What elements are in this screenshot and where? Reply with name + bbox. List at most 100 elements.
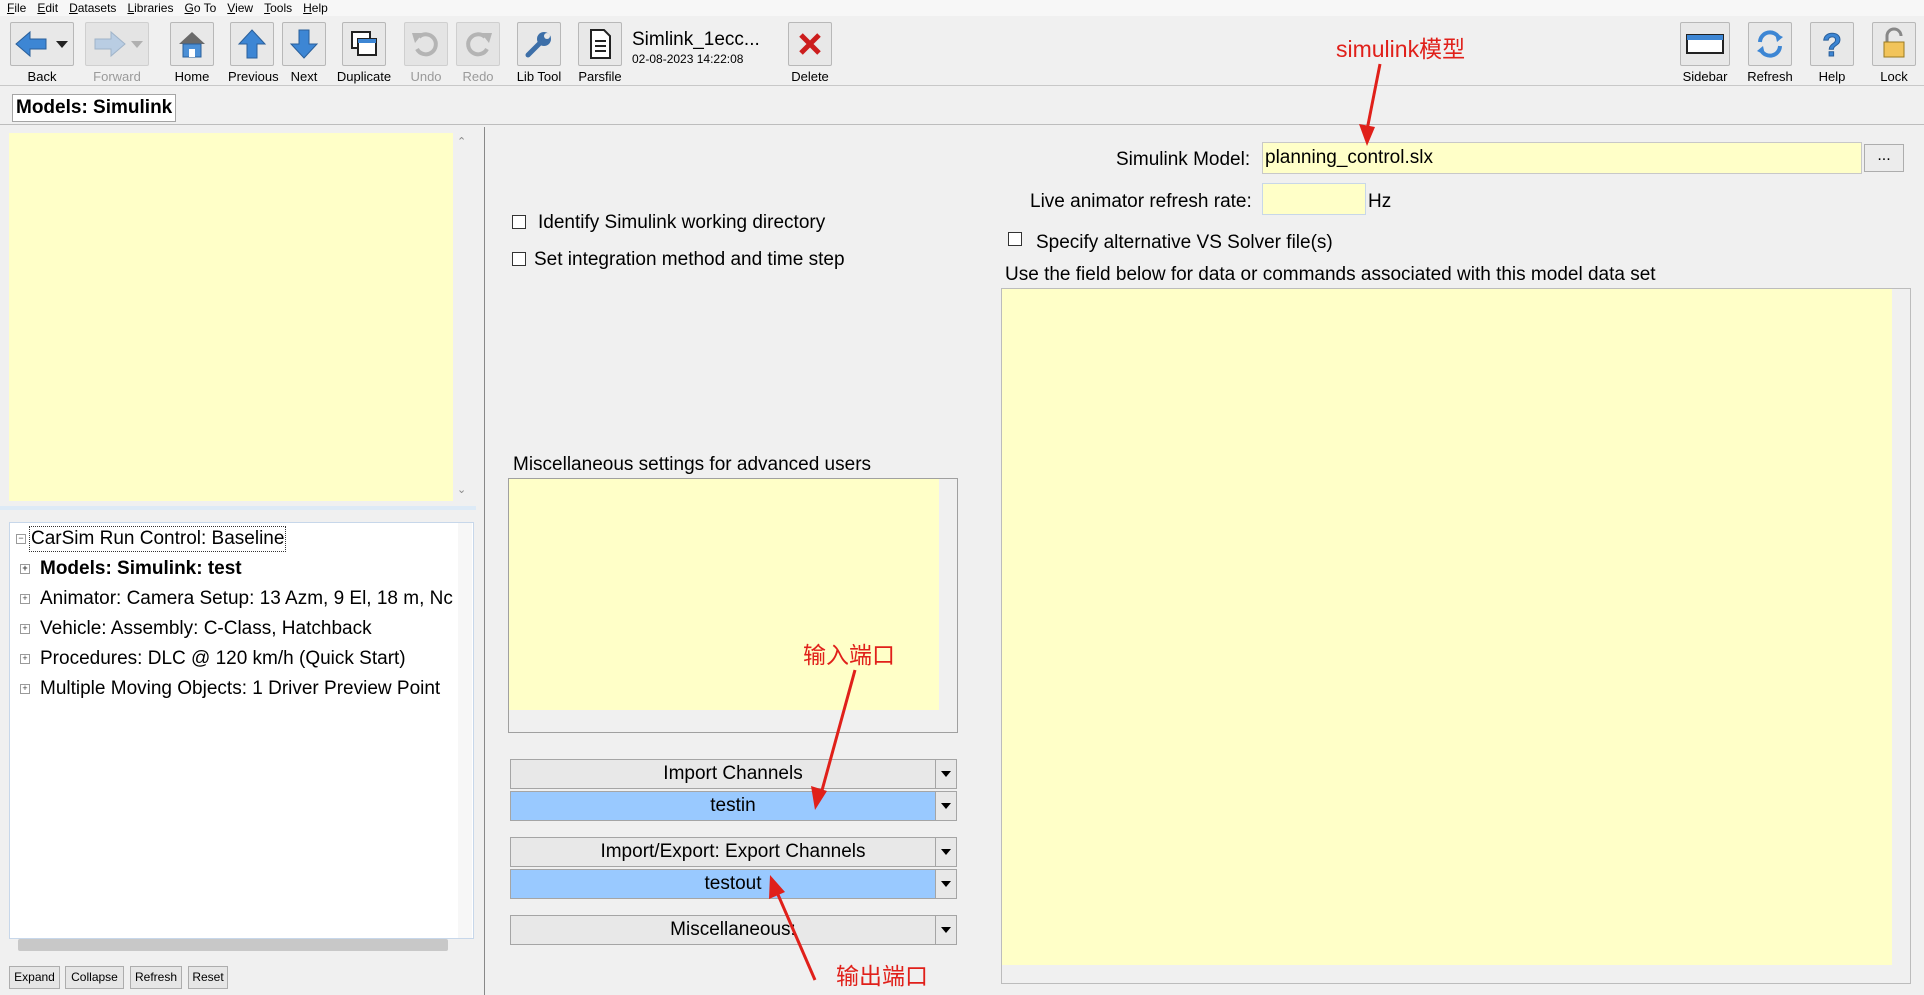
undo-button[interactable]: Undo bbox=[402, 22, 450, 84]
misc-hscrollbar[interactable] bbox=[509, 710, 939, 732]
document-icon bbox=[578, 22, 622, 66]
dataset-date: 02-08-2023 14:22:08 bbox=[632, 52, 744, 66]
tree-hscrollbar-thumb[interactable] bbox=[18, 939, 448, 951]
previous-button[interactable]: Previous bbox=[228, 22, 279, 84]
arrow-down-icon bbox=[282, 22, 326, 66]
menu-tools[interactable]: Tools bbox=[264, 0, 292, 16]
menu-libraries[interactable]: Libraries bbox=[127, 0, 173, 16]
expand-icon[interactable]: + bbox=[20, 684, 30, 694]
misc-vscrollbar[interactable] bbox=[939, 479, 957, 732]
menu-goto[interactable]: Go To bbox=[184, 0, 216, 16]
forward-button[interactable]: Forward bbox=[84, 22, 150, 84]
menu-file[interactable]: File bbox=[7, 0, 26, 16]
next-label: Next bbox=[290, 69, 318, 84]
misc-settings-textarea[interactable] bbox=[508, 478, 958, 733]
sidebar-button[interactable]: Sidebar bbox=[1680, 22, 1730, 84]
simulink-model-label: Simulink Model: bbox=[1116, 149, 1251, 170]
integration-label: Set integration method and time step bbox=[534, 249, 845, 270]
chevron-down-icon[interactable] bbox=[935, 791, 957, 821]
expand-icon[interactable]: + bbox=[20, 594, 30, 604]
forward-arrow-icon bbox=[85, 22, 149, 66]
help-button[interactable]: ? Help bbox=[1808, 22, 1856, 84]
menu-help[interactable]: Help bbox=[303, 0, 328, 16]
delete-label: Delete bbox=[791, 69, 829, 84]
alt-solver-label: Specify alternative VS Solver file(s) bbox=[1036, 232, 1333, 253]
arrow-up-icon bbox=[230, 22, 274, 66]
redo-button[interactable]: Redo bbox=[454, 22, 502, 84]
tree-root-label: CarSim Run Control: Baseline bbox=[29, 526, 287, 552]
live-refresh-field[interactable] bbox=[1262, 183, 1366, 215]
chevron-down-icon[interactable] bbox=[935, 869, 957, 899]
hz-label: Hz bbox=[1368, 191, 1392, 212]
commands-textarea[interactable] bbox=[1001, 288, 1911, 984]
parsfile-button[interactable]: Parsfile bbox=[576, 22, 624, 84]
tree-item-label: Animator: Camera Setup: 13 Azm, 9 El, 18… bbox=[40, 588, 453, 609]
undo-label: Undo bbox=[410, 69, 442, 84]
lib-tool-button[interactable]: Lib Tool bbox=[514, 22, 564, 84]
commands-vscrollbar[interactable] bbox=[1892, 289, 1910, 983]
back-label: Back bbox=[27, 69, 57, 84]
tab-bar bbox=[0, 89, 1924, 125]
commands-hscrollbar[interactable] bbox=[1002, 965, 1892, 983]
sidebar-refresh-button[interactable]: Refresh bbox=[130, 966, 182, 989]
back-button[interactable]: Back bbox=[8, 22, 76, 84]
duplicate-button[interactable]: Duplicate bbox=[336, 22, 392, 84]
lib-tool-label: Lib Tool bbox=[516, 69, 562, 84]
forward-label: Forward bbox=[93, 69, 141, 84]
expand-icon[interactable]: + bbox=[20, 624, 30, 634]
svg-text:?: ? bbox=[1822, 27, 1842, 61]
tree-item-label: Multiple Moving Objects: 1 Driver Previe… bbox=[40, 678, 441, 699]
sidebar-notes-area[interactable] bbox=[9, 133, 453, 501]
chevron-down-icon[interactable] bbox=[935, 915, 957, 945]
undo-icon bbox=[404, 22, 448, 66]
browse-button[interactable]: ... bbox=[1864, 144, 1904, 172]
delete-button[interactable]: Delete bbox=[786, 22, 834, 84]
help-question-icon: ? bbox=[1810, 22, 1854, 66]
identify-directory-checkbox[interactable] bbox=[512, 215, 526, 229]
tree-item-label: Models: Simulink: test bbox=[40, 558, 242, 579]
misc-dropdown[interactable]: Miscellaneous: bbox=[510, 915, 956, 945]
menu-datasets[interactable]: Datasets bbox=[69, 0, 116, 16]
parsfile-label: Parsfile bbox=[578, 69, 622, 84]
toolbar: Back Forward Home Previous Next Duplicat… bbox=[0, 17, 1924, 86]
tree-vscrollbar[interactable] bbox=[458, 523, 472, 938]
panel-splitter[interactable] bbox=[484, 127, 485, 995]
dataset-title: Simlink_1ecc... bbox=[632, 29, 760, 50]
alt-solver-checkbox[interactable] bbox=[1008, 232, 1022, 246]
tab-models-simulink[interactable]: Models: Simulink bbox=[12, 94, 177, 122]
collapse-button[interactable]: Collapse bbox=[65, 966, 124, 989]
identify-directory-label: Identify Simulink working directory bbox=[538, 212, 826, 233]
expand-button[interactable]: Expand bbox=[9, 966, 60, 989]
sidebar-panel-icon bbox=[1680, 22, 1730, 66]
home-button[interactable]: Home bbox=[168, 22, 216, 84]
import-channels-value[interactable]: testin bbox=[510, 791, 956, 821]
chevron-down-icon[interactable] bbox=[935, 837, 957, 867]
refresh-label: Refresh bbox=[1747, 69, 1793, 84]
reset-button[interactable]: Reset bbox=[188, 966, 228, 989]
lock-label: Lock bbox=[1880, 69, 1908, 84]
sidebar-divider[interactable] bbox=[0, 506, 476, 510]
wrench-icon bbox=[517, 22, 561, 66]
next-button[interactable]: Next bbox=[280, 22, 328, 84]
collapse-icon[interactable]: − bbox=[16, 534, 26, 544]
expand-icon[interactable]: + bbox=[20, 564, 30, 574]
export-channels-value[interactable]: testout bbox=[510, 869, 956, 899]
live-refresh-label: Live animator refresh rate: bbox=[1030, 191, 1252, 212]
integration-checkbox[interactable] bbox=[512, 252, 526, 266]
export-channels-dropdown[interactable]: Import/Export: Export Channels bbox=[510, 837, 956, 867]
previous-label: Previous bbox=[228, 69, 279, 84]
misc-settings-label: Miscellaneous settings for advanced user… bbox=[513, 454, 872, 475]
tree-item-label: Procedures: DLC @ 120 km/h (Quick Start) bbox=[40, 648, 406, 669]
menu-view[interactable]: View bbox=[227, 0, 253, 16]
lock-icon bbox=[1872, 22, 1916, 66]
refresh-button[interactable]: Refresh bbox=[1746, 22, 1794, 84]
lock-button[interactable]: Lock bbox=[1870, 22, 1918, 84]
expand-icon[interactable]: + bbox=[20, 654, 30, 664]
import-channels-dropdown[interactable]: Import Channels bbox=[510, 759, 956, 789]
menu-edit[interactable]: Edit bbox=[37, 0, 58, 16]
menu-bar: File Edit Datasets Libraries Go To View Tools H… bbox=[0, 0, 1924, 16]
sidebar-notes-scrollbar[interactable]: ⌃ ⌄ bbox=[455, 133, 469, 501]
annotation-simulink-model: simulink模型 bbox=[1336, 36, 1466, 62]
simulink-model-field[interactable]: planning_control.slx bbox=[1262, 142, 1862, 174]
chevron-down-icon[interactable] bbox=[935, 759, 957, 789]
